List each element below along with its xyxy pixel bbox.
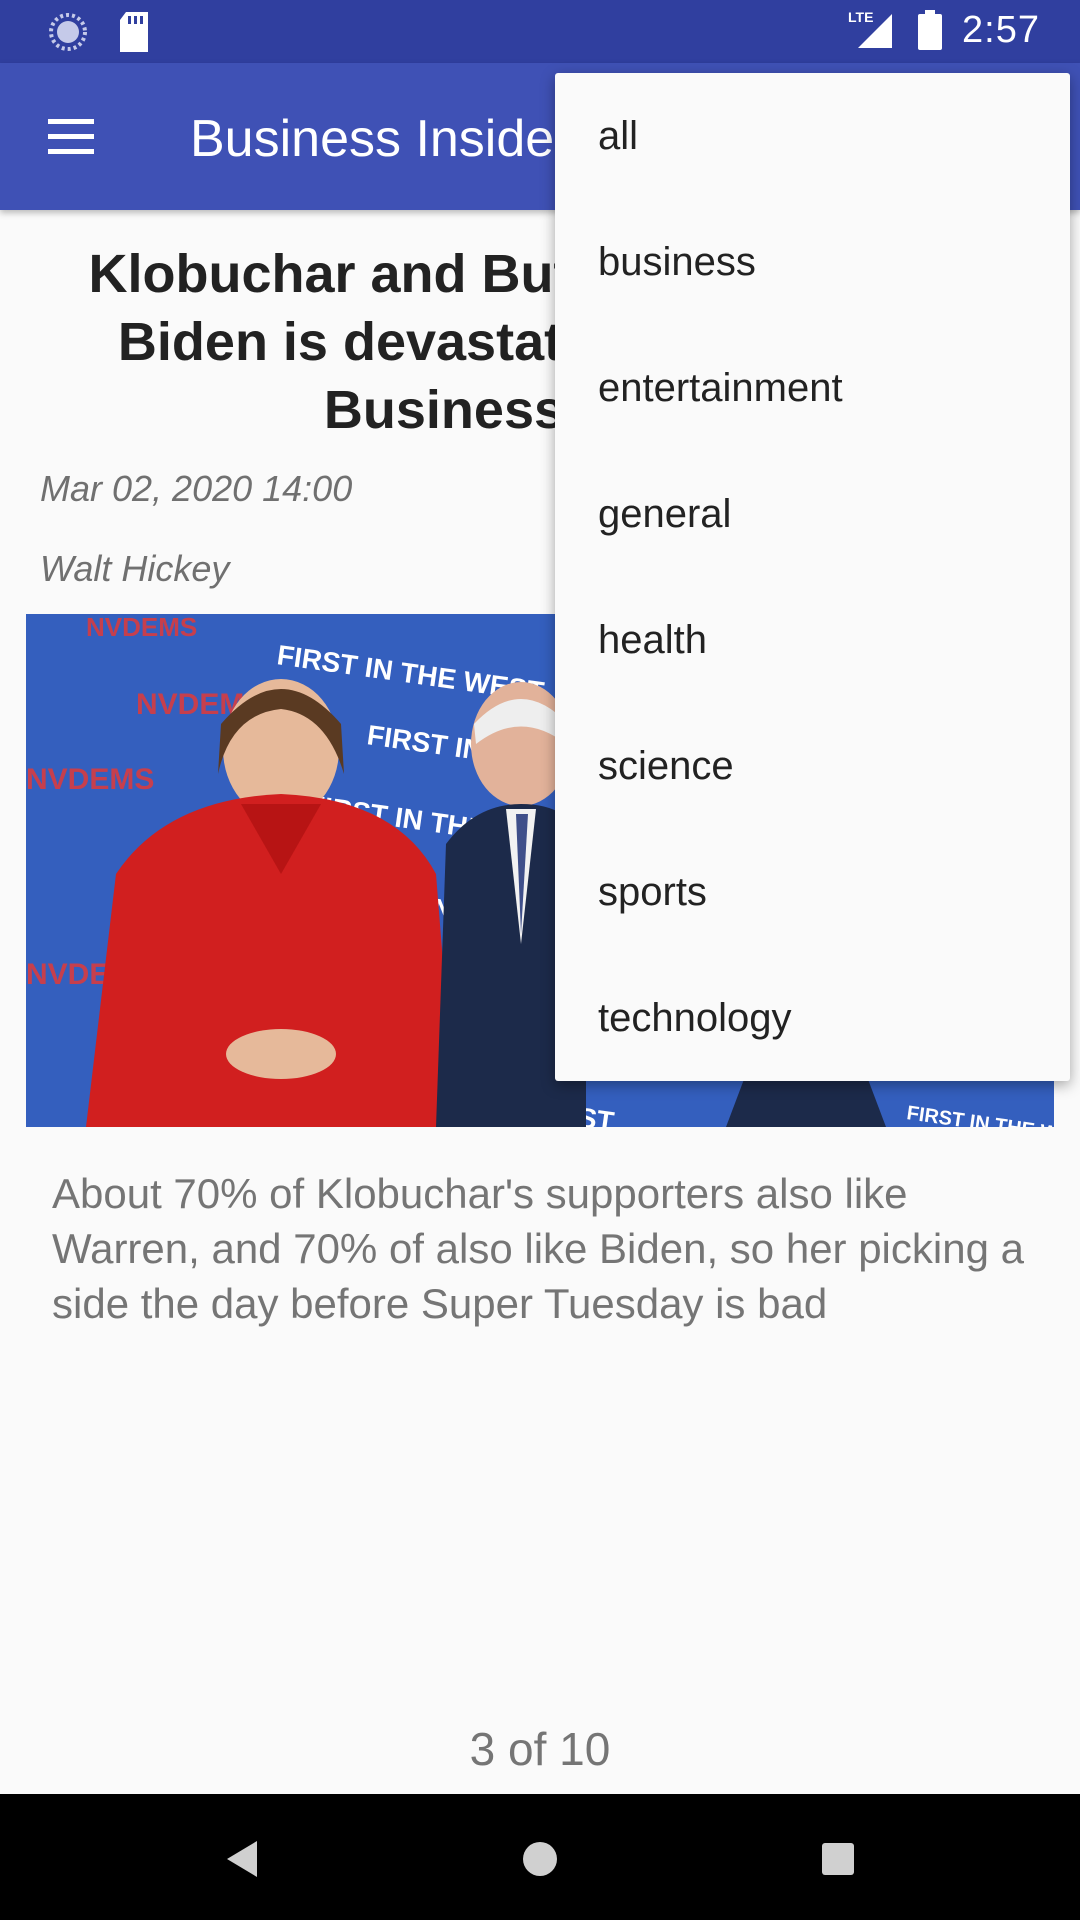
article-date: Mar 02, 2020 14:00 <box>40 468 353 509</box>
menu-item-sports[interactable]: sports <box>555 829 1070 955</box>
sync-icon <box>49 13 87 51</box>
menu-item-business[interactable]: business <box>555 199 1070 325</box>
menu-item-entertainment[interactable]: entertainment <box>555 325 1070 451</box>
menu-item-technology[interactable]: technology <box>555 955 1070 1081</box>
menu-item-science[interactable]: science <box>555 703 1070 829</box>
battery-icon <box>918 10 943 50</box>
article-author: Walt Hickey <box>40 548 230 589</box>
clock: 2:57 <box>962 8 1040 51</box>
status-left <box>48 12 150 52</box>
recents-icon[interactable] <box>803 1824 873 1894</box>
menu-item-health[interactable]: health <box>555 577 1070 703</box>
article-description: About 70% of Klobuchar's supporters also… <box>52 1170 1024 1327</box>
status-right: LTE 2:57 <box>848 8 1040 52</box>
system-nav-bar <box>0 1794 1080 1920</box>
menu-item-all[interactable]: all <box>555 73 1070 199</box>
app-title: Business Insider <box>190 110 572 168</box>
back-icon[interactable] <box>206 1824 276 1894</box>
svg-text:NVDEMS: NVDEMS <box>26 763 154 796</box>
status-bar: LTE 2:57 <box>0 0 1080 63</box>
lte-signal-icon: LTE <box>848 9 893 48</box>
menu-item-general[interactable]: general <box>555 451 1070 577</box>
home-icon[interactable] <box>505 1824 575 1894</box>
category-dropdown-menu: all business entertainment general healt… <box>555 73 1070 1081</box>
page-indicator: 3 of 10 <box>469 1723 611 1775</box>
svg-text:NVDEMS: NVDEMS <box>86 614 197 642</box>
svg-text:LTE: LTE <box>848 9 873 25</box>
sd-card-icon <box>120 12 148 52</box>
hamburger-menu-icon[interactable] <box>40 109 102 165</box>
